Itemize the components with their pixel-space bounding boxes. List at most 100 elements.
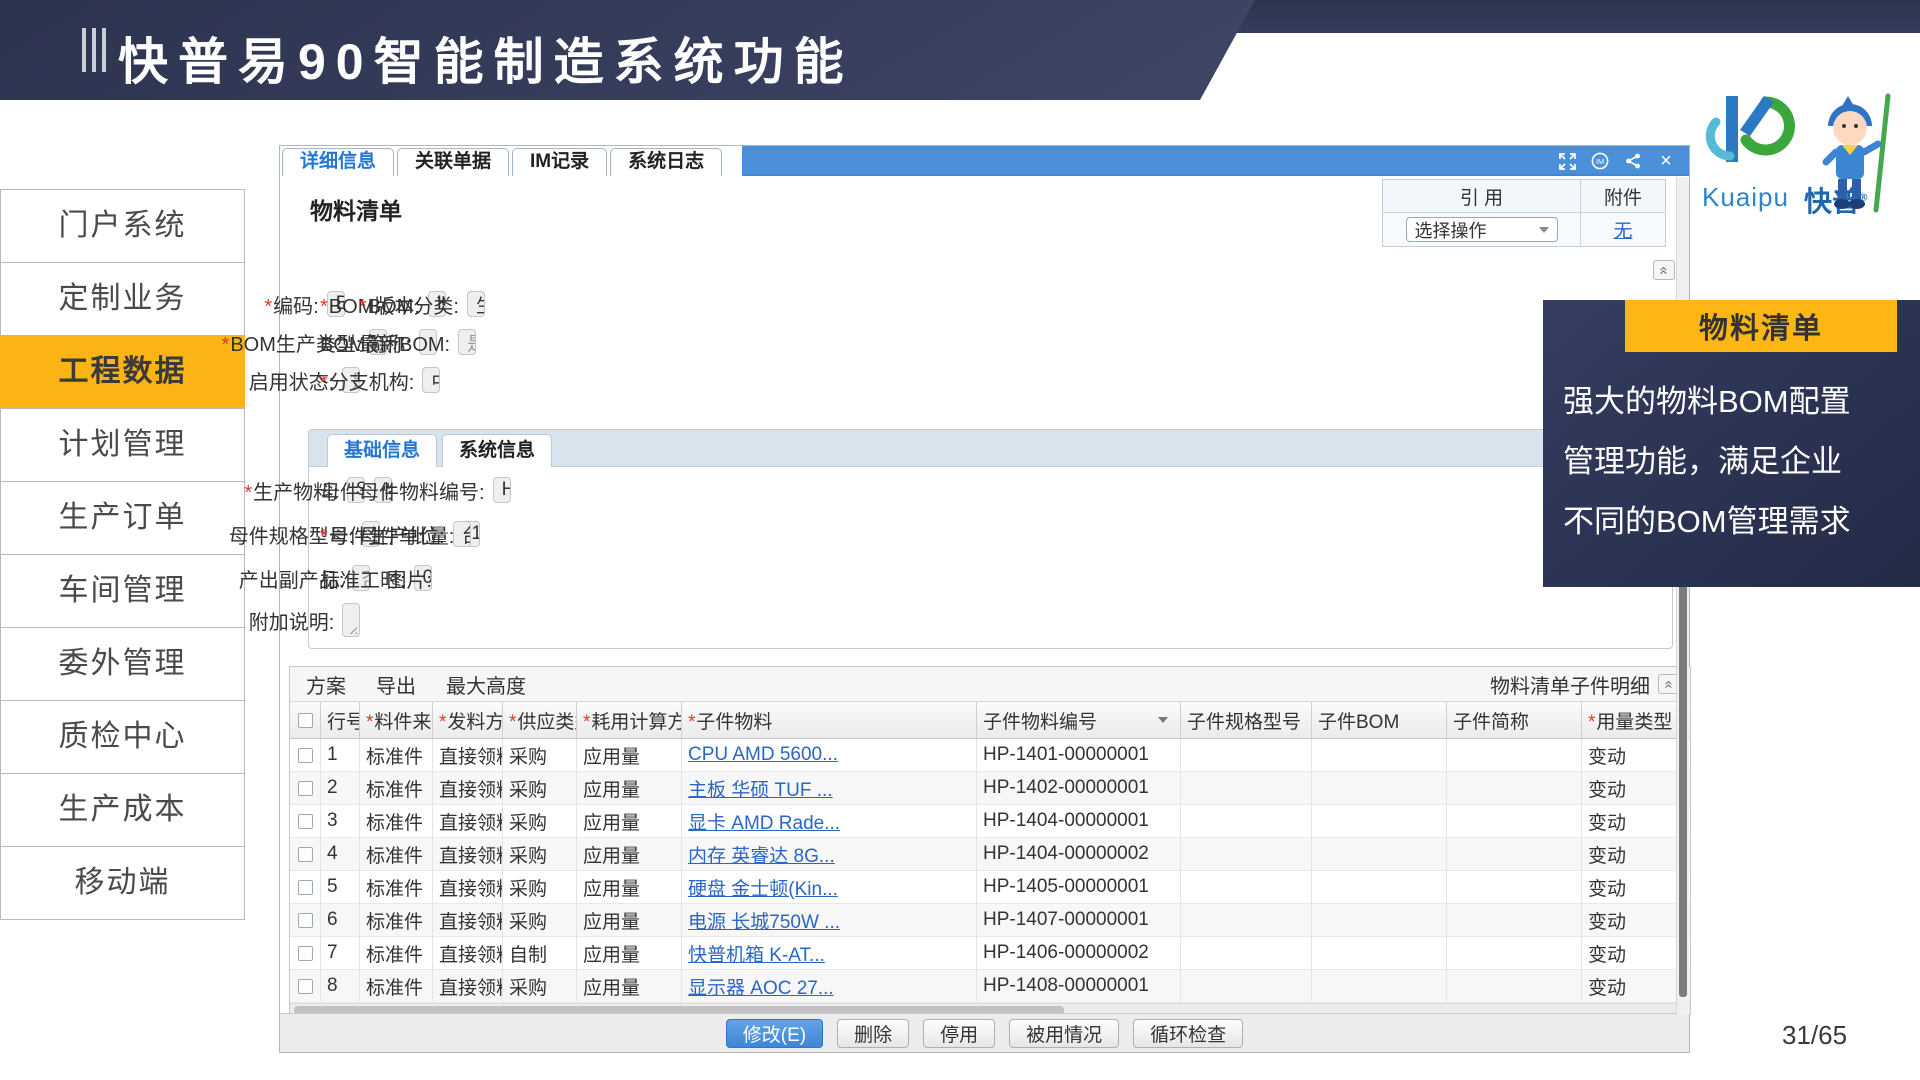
row-checkbox[interactable] [298, 847, 313, 862]
sidebar-item[interactable]: 生产订单 [0, 481, 245, 555]
table-cell: 8 [321, 970, 360, 1003]
grid-column-header[interactable]: 行号 [321, 702, 360, 739]
field-label: 母件单位: [359, 520, 445, 549]
callout-text: 强大的物料BOM配置 管理功能，满足企业 不同的BOM管理需求 [1563, 372, 1851, 552]
subitem-link[interactable]: 快普机箱 K-AT... [688, 940, 825, 967]
grid-column-header[interactable]: 子件BOM [1312, 702, 1447, 739]
sidebar-item[interactable]: 移动端 [0, 846, 245, 920]
field-input[interactable]: HP-0101-0000000 [493, 477, 511, 503]
grid-body: 1标准件直接领料采购应用量CPU AMD 5600...HP-1401-0000… [290, 739, 1691, 1003]
grid-column-header[interactable]: *用量类型 [1582, 702, 1691, 739]
table-cell [1312, 970, 1447, 1003]
sidebar-item[interactable]: 车间管理 [0, 554, 245, 628]
chevron-down-icon [1539, 227, 1549, 233]
quote-button[interactable]: 引 用 [1383, 180, 1581, 213]
subitem-link[interactable]: CPU AMD 5600... [688, 744, 838, 766]
subtab[interactable]: 系统信息 [442, 434, 552, 467]
select-all-checkbox[interactable] [298, 713, 313, 728]
table-cell [290, 805, 321, 838]
window-tab[interactable]: 系统日志 [610, 148, 722, 176]
subtab[interactable]: 基础信息 [327, 434, 437, 467]
row-checkbox[interactable] [298, 913, 313, 928]
select-operation-dropdown[interactable]: 选择操作 [1406, 217, 1558, 242]
expand-icon[interactable] [1558, 152, 1576, 170]
required-asterisk: * [688, 712, 695, 733]
row-checkbox[interactable] [298, 781, 313, 796]
table-cell: 7 [321, 937, 360, 970]
sidebar-item[interactable]: 门户系统 [0, 189, 245, 263]
window-tab[interactable]: 关联单据 [397, 148, 509, 176]
row-checkbox[interactable] [298, 748, 313, 763]
field-input[interactable]: 是 [458, 329, 476, 355]
subitem-link[interactable]: 显示器 AOC 27... [688, 973, 834, 1000]
none-link[interactable]: 无 [1613, 216, 1632, 243]
attachment-button[interactable]: 附件 [1581, 180, 1665, 213]
subitem-link[interactable]: 主板 华硕 TUF ... [688, 775, 833, 802]
form-field: 产出副产品:否 [289, 564, 320, 593]
grid-column-header[interactable]: *发料方式 [433, 702, 503, 739]
form-row: *编码:BOM-00001*BOM版本:KPY1000 V1*BOM分类:生产B… [289, 285, 432, 323]
required-asterisk: * [439, 712, 446, 733]
subitem-link[interactable]: 硬盘 金士顿(Kin... [688, 874, 838, 901]
table-cell: 变动 [1582, 805, 1691, 838]
grid-column-header[interactable]: *料件来源 [360, 702, 433, 739]
form-field: 最新BOM:是 [359, 328, 432, 357]
sidebar-item[interactable]: 生产成本 [0, 773, 245, 847]
field-input[interactable]: 生产BOM [467, 291, 485, 317]
grid-column-header[interactable]: *供应类型 [503, 702, 577, 739]
toolbar-item[interactable]: 最大高度 [446, 670, 526, 699]
table-row: 1标准件直接领料采购应用量CPU AMD 5600...HP-1401-0000… [290, 739, 1691, 772]
sidebar-item[interactable]: 工程数据 [0, 335, 245, 409]
form-field: 图片: [359, 564, 432, 593]
row-checkbox[interactable] [298, 946, 313, 961]
share-icon[interactable] [1624, 152, 1642, 170]
row-checkbox[interactable] [298, 880, 313, 895]
window-tab[interactable]: IM记录 [512, 148, 607, 176]
table-cell [1312, 838, 1447, 871]
field-input[interactable]: 台 [453, 521, 471, 547]
form-row: 启用状态:是*分支机构:中天信息 [289, 361, 432, 399]
footer-button[interactable]: 修改(E) [726, 1019, 823, 1048]
subitem-link[interactable]: 显卡 AMD Rade... [688, 808, 840, 835]
window-tab[interactable]: 详细信息 [282, 148, 394, 176]
row-checkbox[interactable] [298, 979, 313, 994]
grid-header: 行号*料件来源*发料方式*供应类型*耗用计算方式*子件物料子件物料编号子件规格型… [290, 702, 1691, 739]
grid-column-header[interactable]: *子件物料 [682, 702, 977, 739]
sidebar-item[interactable]: 定制业务 [0, 262, 245, 336]
grid-column-header[interactable]: *耗用计算方式 [577, 702, 682, 739]
footer-button[interactable]: 停用 [923, 1019, 995, 1048]
vertical-scrollbar-thumb[interactable] [1679, 567, 1687, 997]
sidebar-item[interactable]: 计划管理 [0, 408, 245, 482]
sidebar-item[interactable]: 委外管理 [0, 627, 245, 701]
field-textarea[interactable] [342, 603, 360, 637]
filter-arrow-icon[interactable] [1158, 717, 1168, 723]
form-row: 附加说明: [289, 600, 432, 640]
window-tabs: 详细信息关联单据IM记录系统日志 [280, 146, 742, 176]
subitem-link[interactable]: 内存 英睿达 8G... [688, 841, 835, 868]
toolbar-item[interactable]: 导出 [376, 670, 416, 699]
close-icon[interactable]: × [1657, 152, 1675, 170]
table-cell: 应用量 [577, 871, 682, 904]
form-field: 母件单位:台 [359, 520, 432, 549]
toolbar-item[interactable]: 方案 [306, 670, 346, 699]
footer-buttons: 修改(E) 删除停用被用情况循环检查 [280, 1013, 1689, 1052]
footer-button[interactable]: 被用情况 [1009, 1019, 1119, 1048]
form-main: *编码:BOM-00001*BOM版本:KPY1000 V1*BOM分类:生产B… [289, 285, 432, 399]
im-icon[interactable]: IM [1591, 152, 1609, 170]
field-input[interactable]: 中天信息 [422, 367, 440, 393]
footer-button[interactable]: 删除 [837, 1019, 909, 1048]
grid-column-header[interactable]: 子件物料编号 [977, 702, 1181, 739]
resize-handle-icon[interactable] [347, 624, 357, 634]
grid-column-header[interactable]: 子件规格型号 [1181, 702, 1312, 739]
row-checkbox[interactable] [298, 814, 313, 829]
table-cell: 标准件 [360, 772, 433, 805]
collapse-form-button[interactable]: « [1653, 260, 1675, 280]
sidebar-item[interactable]: 质检中心 [0, 700, 245, 774]
grid-column-header[interactable]: 子件简称 [1447, 702, 1582, 739]
required-asterisk: * [320, 372, 328, 394]
table-cell: HP-1401-00000001 [977, 739, 1181, 772]
subitem-link[interactable]: 电源 长城750W ... [688, 907, 840, 934]
table-cell [1312, 772, 1447, 805]
footer-button[interactable]: 循环检查 [1133, 1019, 1243, 1048]
table-cell: HP-1408-00000001 [977, 970, 1181, 1003]
